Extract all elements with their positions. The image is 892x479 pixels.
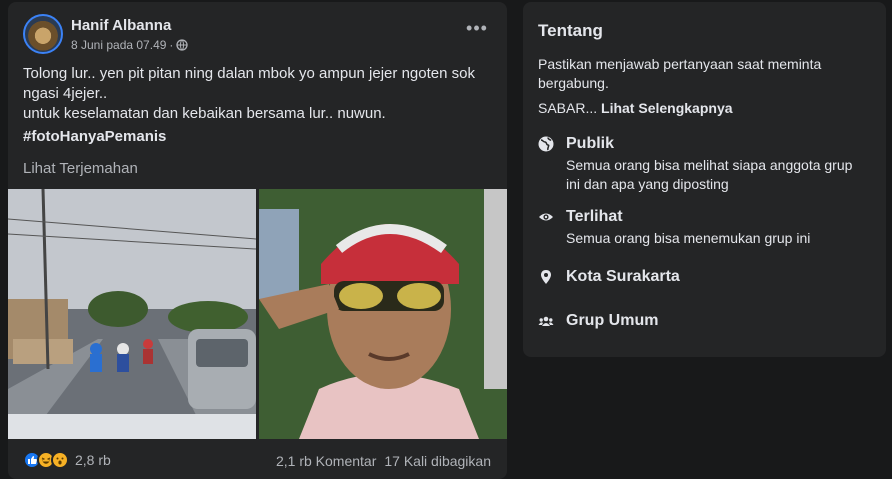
info-desc: Semua orang bisa menemukan grup ini [566, 230, 811, 246]
info-title: Grup Umum [566, 312, 659, 329]
cyclist-selfie-illustration [259, 189, 507, 439]
meta-separator: · [169, 38, 174, 52]
reactions-summary[interactable]: 2,8 rb [23, 451, 111, 469]
road-scene-illustration [8, 189, 256, 439]
post-card: Hanif Albanna 8 Juni pada 07.49 · ••• To… [8, 2, 507, 479]
post-body: Tolong lur.. yen pit pitan ning dalan mb… [23, 64, 493, 124]
post-line: untuk keselamatan dan kebaikan bersama l… [23, 105, 386, 122]
wow-reaction-icon [51, 451, 69, 469]
post-line: Tolong lur.. yen pit pitan ning dalan mb… [23, 65, 475, 82]
author-name[interactable]: Hanif Albanna [71, 17, 171, 34]
see-more-link[interactable]: Lihat Selengkapnya [601, 100, 732, 116]
info-location[interactable]: Kota Surakarta [538, 268, 868, 290]
about-card: Tentang Pastikan menjawab pertanyaan saa… [523, 2, 886, 357]
photo-cyclists-road[interactable] [8, 189, 256, 439]
location-pin-icon [541, 270, 551, 284]
photo-cyclist-selfie[interactable] [259, 189, 507, 439]
globe-icon [176, 39, 189, 51]
photo-grid [8, 189, 507, 439]
info-group-type: Grup Umum [538, 312, 868, 334]
about-title: Tentang [538, 21, 603, 40]
info-title: Publik [566, 135, 615, 152]
about-description: Pastikan menjawab pertanyaan saat memint… [538, 56, 822, 91]
group-icon [538, 316, 554, 326]
info-public: Publik Semua orang bisa melihat siapa an… [538, 135, 868, 193]
globe-icon [538, 136, 554, 152]
more-options-button[interactable]: ••• [462, 19, 492, 44]
info-title: Kota Surakarta [566, 268, 680, 285]
hashtag-link[interactable]: #fotoHanyaPemanis [23, 128, 166, 145]
about-extra-text: SABAR... [538, 100, 602, 116]
engagement-stats: 2,1 rb Komentar 17 Kali dibagikan [276, 453, 491, 469]
post-header: Hanif Albanna 8 Juni pada 07.49 · ••• [23, 14, 492, 56]
reaction-count: 2,8 rb [75, 452, 111, 468]
eye-icon [539, 213, 553, 221]
author-avatar[interactable] [23, 14, 63, 54]
post-meta: 8 Juni pada 07.49 · [71, 38, 189, 52]
post-time[interactable]: 8 Juni pada 07.49 [71, 38, 166, 52]
info-desc: Semua orang bisa melihat siapa anggota g… [566, 157, 853, 192]
shares-count-link[interactable]: 17 Kali dibagikan [384, 453, 491, 469]
comments-count-link[interactable]: 2,1 rb Komentar [276, 453, 376, 469]
see-translation-link[interactable]: Lihat Terjemahan [23, 160, 138, 177]
info-title: Terlihat [566, 208, 623, 225]
info-visible: Terlihat Semua orang bisa menemukan grup… [538, 208, 868, 248]
about-extra: SABAR... Lihat Selengkapnya [538, 100, 733, 116]
post-line: ngasi 4jejer.. [23, 85, 108, 102]
